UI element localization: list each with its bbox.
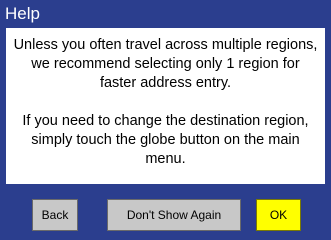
ok-button[interactable]: OK xyxy=(256,199,301,231)
help-dialog: Help Unless you often travel across mult… xyxy=(0,0,331,240)
dont-show-again-button[interactable]: Don't Show Again xyxy=(107,199,241,231)
help-paragraph-1: Unless you often travel across multiple … xyxy=(13,37,318,91)
back-button[interactable]: Back xyxy=(32,199,78,231)
help-paragraph-2: If you need to change the destination re… xyxy=(22,113,309,167)
help-message-panel: Unless you often travel across multiple … xyxy=(6,28,325,184)
dialog-title: Help xyxy=(5,4,40,23)
